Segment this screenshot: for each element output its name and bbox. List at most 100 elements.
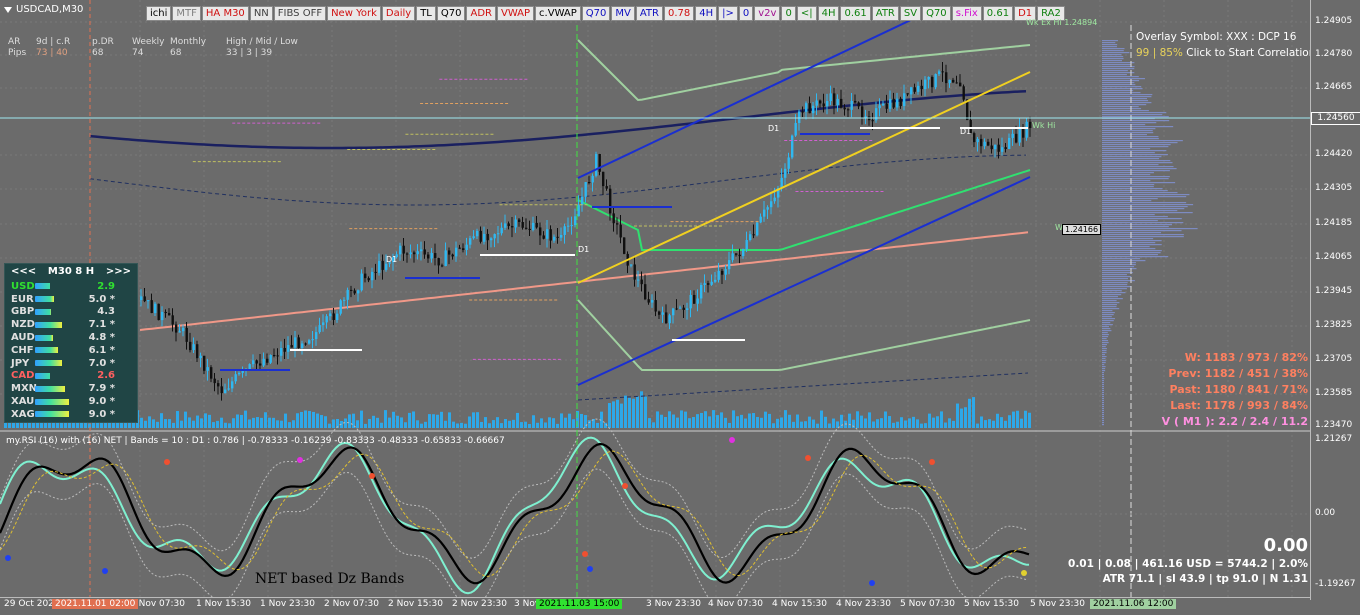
correlation-link[interactable]: 99 | 85% Click to Start Correlation	[1136, 45, 1315, 61]
strength-row[interactable]: MXN 7.9 *	[5, 382, 137, 395]
toolbar-button-7[interactable]: TL	[416, 6, 436, 21]
volume-bar	[572, 419, 575, 428]
strength-row[interactable]: GBP 4.3	[5, 306, 137, 319]
chart-window[interactable]: USDCAD,M30 ichi MTF HA M30 NN FIBS OFF New Yo…	[0, 0, 1360, 615]
strength-row[interactable]: AUD 4.8 *	[5, 331, 137, 344]
toolbar-button-4[interactable]: FIBS OFF	[273, 6, 327, 21]
strength-row[interactable]: XAU 9.0 *	[5, 395, 137, 408]
profile-bar	[1102, 42, 1116, 44]
toolbar-button-17[interactable]: |>	[718, 6, 738, 21]
toolbar-button-8[interactable]: Q70	[436, 6, 466, 21]
profile-bar	[1102, 186, 1154, 188]
candle-body	[350, 289, 353, 291]
strength-row[interactable]: NZD 7.1 *	[5, 318, 137, 331]
candle-body	[1025, 121, 1028, 138]
profile-bar	[1102, 106, 1139, 108]
toolbar-button-15[interactable]: 0.78	[663, 6, 695, 21]
strength-currency: GBP	[11, 306, 35, 318]
volume-bar	[168, 419, 171, 428]
candle-body	[661, 312, 664, 315]
volume-bar	[160, 413, 163, 428]
volume-bar	[952, 420, 955, 428]
profile-bar	[1102, 180, 1151, 182]
candle-body	[514, 219, 517, 228]
toolbar-button-18[interactable]: 0	[738, 6, 754, 21]
strength-prev-button[interactable]: <<<	[11, 266, 36, 278]
toolbar-button-24[interactable]: ATR	[871, 6, 899, 21]
toolbar-button-16[interactable]: 4H	[695, 6, 718, 21]
profile-bar	[1102, 80, 1140, 82]
volume-bar	[1012, 411, 1015, 428]
candle-body	[332, 313, 335, 320]
profile-bar	[1102, 210, 1178, 212]
strength-next-button[interactable]: >>>	[106, 266, 131, 278]
candle-body	[941, 71, 944, 73]
strength-currency: MXN	[11, 383, 38, 395]
symbol-label[interactable]: USDCAD,M30	[4, 4, 83, 15]
candle-body	[269, 355, 272, 363]
toolbar-button-22[interactable]: 4H	[817, 6, 840, 21]
toolbar-button-0[interactable]: ichi	[146, 6, 172, 21]
profile-bar	[1102, 380, 1104, 382]
profile-bar	[1102, 364, 1105, 366]
volume-bar	[704, 411, 707, 428]
overlay-info[interactable]: Overlay Symbol: XXX : DCP 16 99 | 85% Cl…	[1136, 29, 1315, 61]
volume-bar	[796, 414, 799, 428]
price-chart[interactable]	[0, 0, 1310, 597]
toolbar-button-21[interactable]: <|	[796, 6, 817, 21]
toolbar-button-27[interactable]: s.Fix	[951, 6, 982, 21]
candle-body	[584, 182, 587, 197]
candle-body	[252, 360, 255, 365]
strength-row[interactable]: CHF 6.1 *	[5, 344, 137, 357]
profile-bar	[1102, 148, 1151, 150]
price-axis[interactable]: 1.24905 1.24780 1.24665 1.24420 1.24305 1.241…	[1310, 0, 1360, 600]
candle-body	[735, 253, 738, 255]
bands	[89, 39, 1031, 401]
volume-bar	[1028, 412, 1031, 428]
volume-bar	[988, 419, 991, 428]
candle-body	[934, 74, 937, 88]
toolbar-button-6[interactable]: Daily	[381, 6, 416, 21]
time-axis[interactable]: 29 Oct 2021 1 Nov 07:30 1 Nov 15:30 1 Nov 2…	[0, 597, 1310, 615]
toolbar-button-14[interactable]: ATR	[635, 6, 663, 21]
volume-bar	[284, 413, 287, 428]
toolbar-button-2[interactable]: HA M30	[201, 6, 249, 21]
toolbar-button-23[interactable]: 0.61	[840, 6, 871, 21]
toolbar-button-26[interactable]: Q70	[922, 6, 951, 21]
profile-bar	[1102, 388, 1104, 390]
dashed-band	[577, 372, 1029, 401]
candle-body	[948, 79, 951, 84]
candle-body	[343, 299, 346, 301]
toolbar-button-9[interactable]: ADR	[466, 6, 496, 21]
strength-row[interactable]: XAG 9.0 *	[5, 408, 137, 421]
candle-body	[220, 386, 223, 394]
toolbar-button-25[interactable]: SV	[899, 6, 922, 21]
strength-row[interactable]: CAD 2.6	[5, 370, 137, 383]
toolbar-button-1[interactable]: MTF	[172, 6, 201, 21]
toolbar-button-11[interactable]: c.VWAP	[535, 6, 581, 21]
volume-bar	[812, 419, 815, 428]
candle-body	[682, 307, 685, 311]
profile-bar	[1102, 260, 1146, 262]
volume-bar	[1016, 410, 1019, 428]
toolbar-button-28[interactable]: 0.61	[982, 6, 1014, 21]
time-tag: 2021.11.03 15:00	[536, 599, 623, 609]
profile-bar	[1102, 172, 1154, 174]
strength-row[interactable]: JPY 7.0 *	[5, 357, 137, 370]
profile-bar	[1102, 294, 1122, 296]
toolbar-button-10[interactable]: VWAP	[496, 6, 535, 21]
toolbar-button-12[interactable]: Q70	[581, 6, 611, 21]
toolbar-button-19[interactable]: v2v	[754, 6, 781, 21]
toolbar-button-3[interactable]: NN	[249, 6, 273, 21]
toolbar-button-20[interactable]: 0	[781, 6, 796, 21]
strength-row[interactable]: EUR 5.0 *	[5, 293, 137, 306]
stats-header-0: AR	[8, 37, 21, 47]
toolbar-button-13[interactable]: MV	[611, 6, 635, 21]
toolbar-button-5[interactable]: New York	[327, 6, 381, 21]
strength-row[interactable]: USD 2.9	[5, 280, 137, 293]
volume-bar	[896, 421, 899, 428]
volume-bar	[316, 413, 319, 428]
candle-body	[553, 236, 556, 241]
candle-body	[962, 86, 965, 100]
candle-body	[595, 153, 598, 176]
